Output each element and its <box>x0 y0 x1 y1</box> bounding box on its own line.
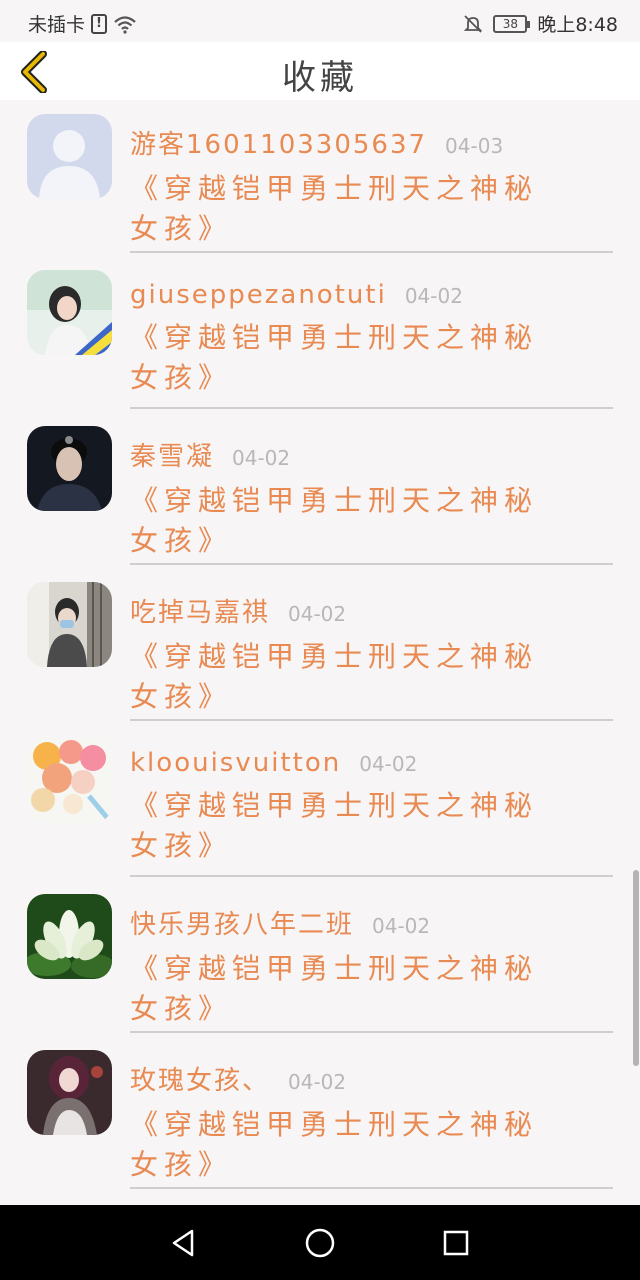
avatar[interactable] <box>27 738 112 823</box>
user-name[interactable]: 游客1601103305637 <box>130 124 427 161</box>
user-name[interactable]: 快乐男孩八年二班 <box>130 904 354 941</box>
carrier-text: 未插卡 <box>28 14 86 36</box>
avatar[interactable] <box>27 1050 112 1135</box>
list-item[interactable]: 秦雪凝 04-02 《穿越铠甲勇士刑天之神秘女孩》 <box>0 412 640 568</box>
page-title: 收藏 <box>282 58 358 98</box>
masked-boy-photo <box>27 582 112 667</box>
clock-text: 晚上8:48 <box>537 14 618 36</box>
avatar[interactable] <box>27 894 112 979</box>
scrollbar[interactable] <box>633 870 639 1066</box>
lotus-flower-photo <box>27 894 112 979</box>
divider <box>130 719 613 721</box>
anime-girl-art <box>27 1050 112 1135</box>
item-date: 04-02 <box>404 284 463 308</box>
book-title[interactable]: 《穿越铠甲勇士刑天之神秘女孩》 <box>130 1105 570 1185</box>
divider <box>130 1031 613 1033</box>
sim-alert-icon: ! <box>91 13 108 34</box>
square-recents-icon <box>443 1230 469 1256</box>
status-left: 未插卡 ! <box>28 10 137 37</box>
user-name[interactable]: 吃掉马嘉祺 <box>130 592 270 629</box>
book-title[interactable]: 《穿越铠甲勇士刑天之神秘女孩》 <box>130 169 570 249</box>
girl-photo <box>27 270 112 355</box>
divider <box>130 563 613 565</box>
battery-icon: 38 <box>493 14 531 33</box>
list-item[interactable]: kloouisvuitton 04-02 《穿越铠甲勇士刑天之神秘女孩》 <box>0 724 640 880</box>
item-date: 04-02 <box>372 914 431 938</box>
avatar[interactable] <box>27 270 112 355</box>
avatar[interactable] <box>27 582 112 667</box>
item-date: 04-02 <box>288 1070 347 1094</box>
divider <box>130 251 613 253</box>
list-item[interactable]: 游客1601103305637 04-03 《穿越铠甲勇士刑天之神秘女孩》 <box>0 100 640 256</box>
list-item[interactable]: 吃掉马嘉祺 04-02 《穿越铠甲勇士刑天之神秘女孩》 <box>0 568 640 724</box>
status-bar: 未插卡 ! 38 晚上8:48 <box>0 0 640 42</box>
item-date: 04-03 <box>445 134 504 158</box>
item-date: 04-02 <box>288 602 347 626</box>
divider <box>130 1187 613 1189</box>
list-item[interactable]: 玫瑰女孩、 04-02 《穿越铠甲勇士刑天之神秘女孩》 <box>0 1036 640 1192</box>
nav-recents-button[interactable] <box>436 1223 476 1263</box>
list-item[interactable]: giuseppezanotuti 04-02 《穿越铠甲勇士刑天之神秘女孩》 <box>0 256 640 412</box>
avatar[interactable] <box>27 426 112 511</box>
status-right: 38 晚上8:48 <box>463 10 618 37</box>
triangle-back-icon <box>172 1229 194 1257</box>
man-portrait <box>27 426 112 511</box>
divider <box>130 407 613 409</box>
navigation-bar <box>0 1205 640 1280</box>
mute-bell-icon <box>464 14 483 33</box>
header: 收藏 <box>0 42 640 100</box>
avatar[interactable] <box>27 114 112 199</box>
circle-home-icon <box>305 1228 335 1258</box>
user-name[interactable]: 秦雪凝 <box>130 436 214 473</box>
balloons-photo <box>27 738 112 823</box>
user-name[interactable]: giuseppezanotuti <box>130 280 387 310</box>
user-name[interactable]: 玫瑰女孩、 <box>130 1060 270 1097</box>
favorites-list: 游客1601103305637 04-03 《穿越铠甲勇士刑天之神秘女孩》 gi… <box>0 100 640 1205</box>
default-avatar-icon <box>27 114 112 199</box>
book-title[interactable]: 《穿越铠甲勇士刑天之神秘女孩》 <box>130 637 570 717</box>
book-title[interactable]: 《穿越铠甲勇士刑天之神秘女孩》 <box>130 786 570 866</box>
user-name[interactable]: kloouisvuitton <box>130 748 341 778</box>
book-title[interactable]: 《穿越铠甲勇士刑天之神秘女孩》 <box>130 481 570 561</box>
wifi-icon <box>114 15 136 34</box>
list-item[interactable]: 快乐男孩八年二班 04-02 《穿越铠甲勇士刑天之神秘女孩》 <box>0 880 640 1036</box>
item-date: 04-02 <box>359 752 418 776</box>
nav-home-button[interactable] <box>300 1223 340 1263</box>
divider <box>130 875 613 877</box>
item-date: 04-02 <box>232 446 291 470</box>
book-title[interactable]: 《穿越铠甲勇士刑天之神秘女孩》 <box>130 949 570 1029</box>
nav-back-button[interactable] <box>163 1223 203 1263</box>
book-title[interactable]: 《穿越铠甲勇士刑天之神秘女孩》 <box>130 318 570 398</box>
